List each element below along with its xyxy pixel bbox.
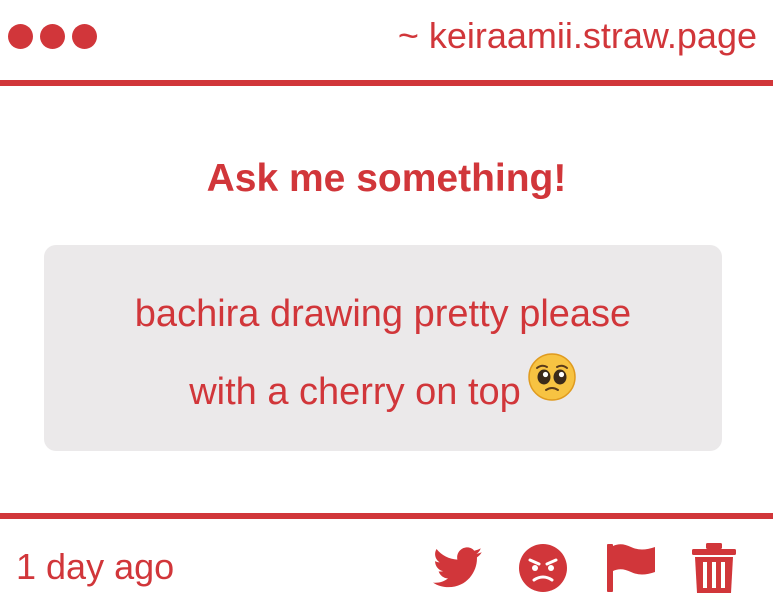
window-controls	[8, 24, 97, 49]
report-button[interactable]	[605, 542, 657, 594]
trash-icon	[692, 543, 736, 593]
page-url-link[interactable]: ~ keiraamii.straw.page	[398, 14, 757, 58]
top-bar: ~ keiraamii.straw.page	[0, 0, 773, 80]
window-dot-3	[72, 24, 97, 49]
pleading-face-icon	[527, 351, 577, 429]
timestamp: 1 day ago	[16, 546, 175, 587]
footer-divider	[0, 513, 773, 519]
window-dot-1	[8, 24, 33, 49]
question-line-2: with a cherry on top	[189, 371, 521, 413]
header-divider	[0, 80, 773, 86]
angry-face-icon	[519, 544, 567, 592]
twitter-share-button[interactable]	[432, 542, 484, 594]
question-line-1: bachira drawing pretty please	[134, 293, 632, 335]
flag-icon	[607, 544, 655, 592]
delete-button[interactable]	[688, 542, 740, 594]
page-title: Ask me something!	[206, 157, 567, 200]
question-text: bachira drawing pretty please with a che…	[74, 275, 692, 433]
question-card: bachira drawing pretty please with a che…	[44, 245, 722, 451]
twitter-bird-icon	[433, 547, 483, 588]
angry-reaction-button[interactable]	[517, 542, 569, 594]
window-dot-2	[40, 24, 65, 49]
